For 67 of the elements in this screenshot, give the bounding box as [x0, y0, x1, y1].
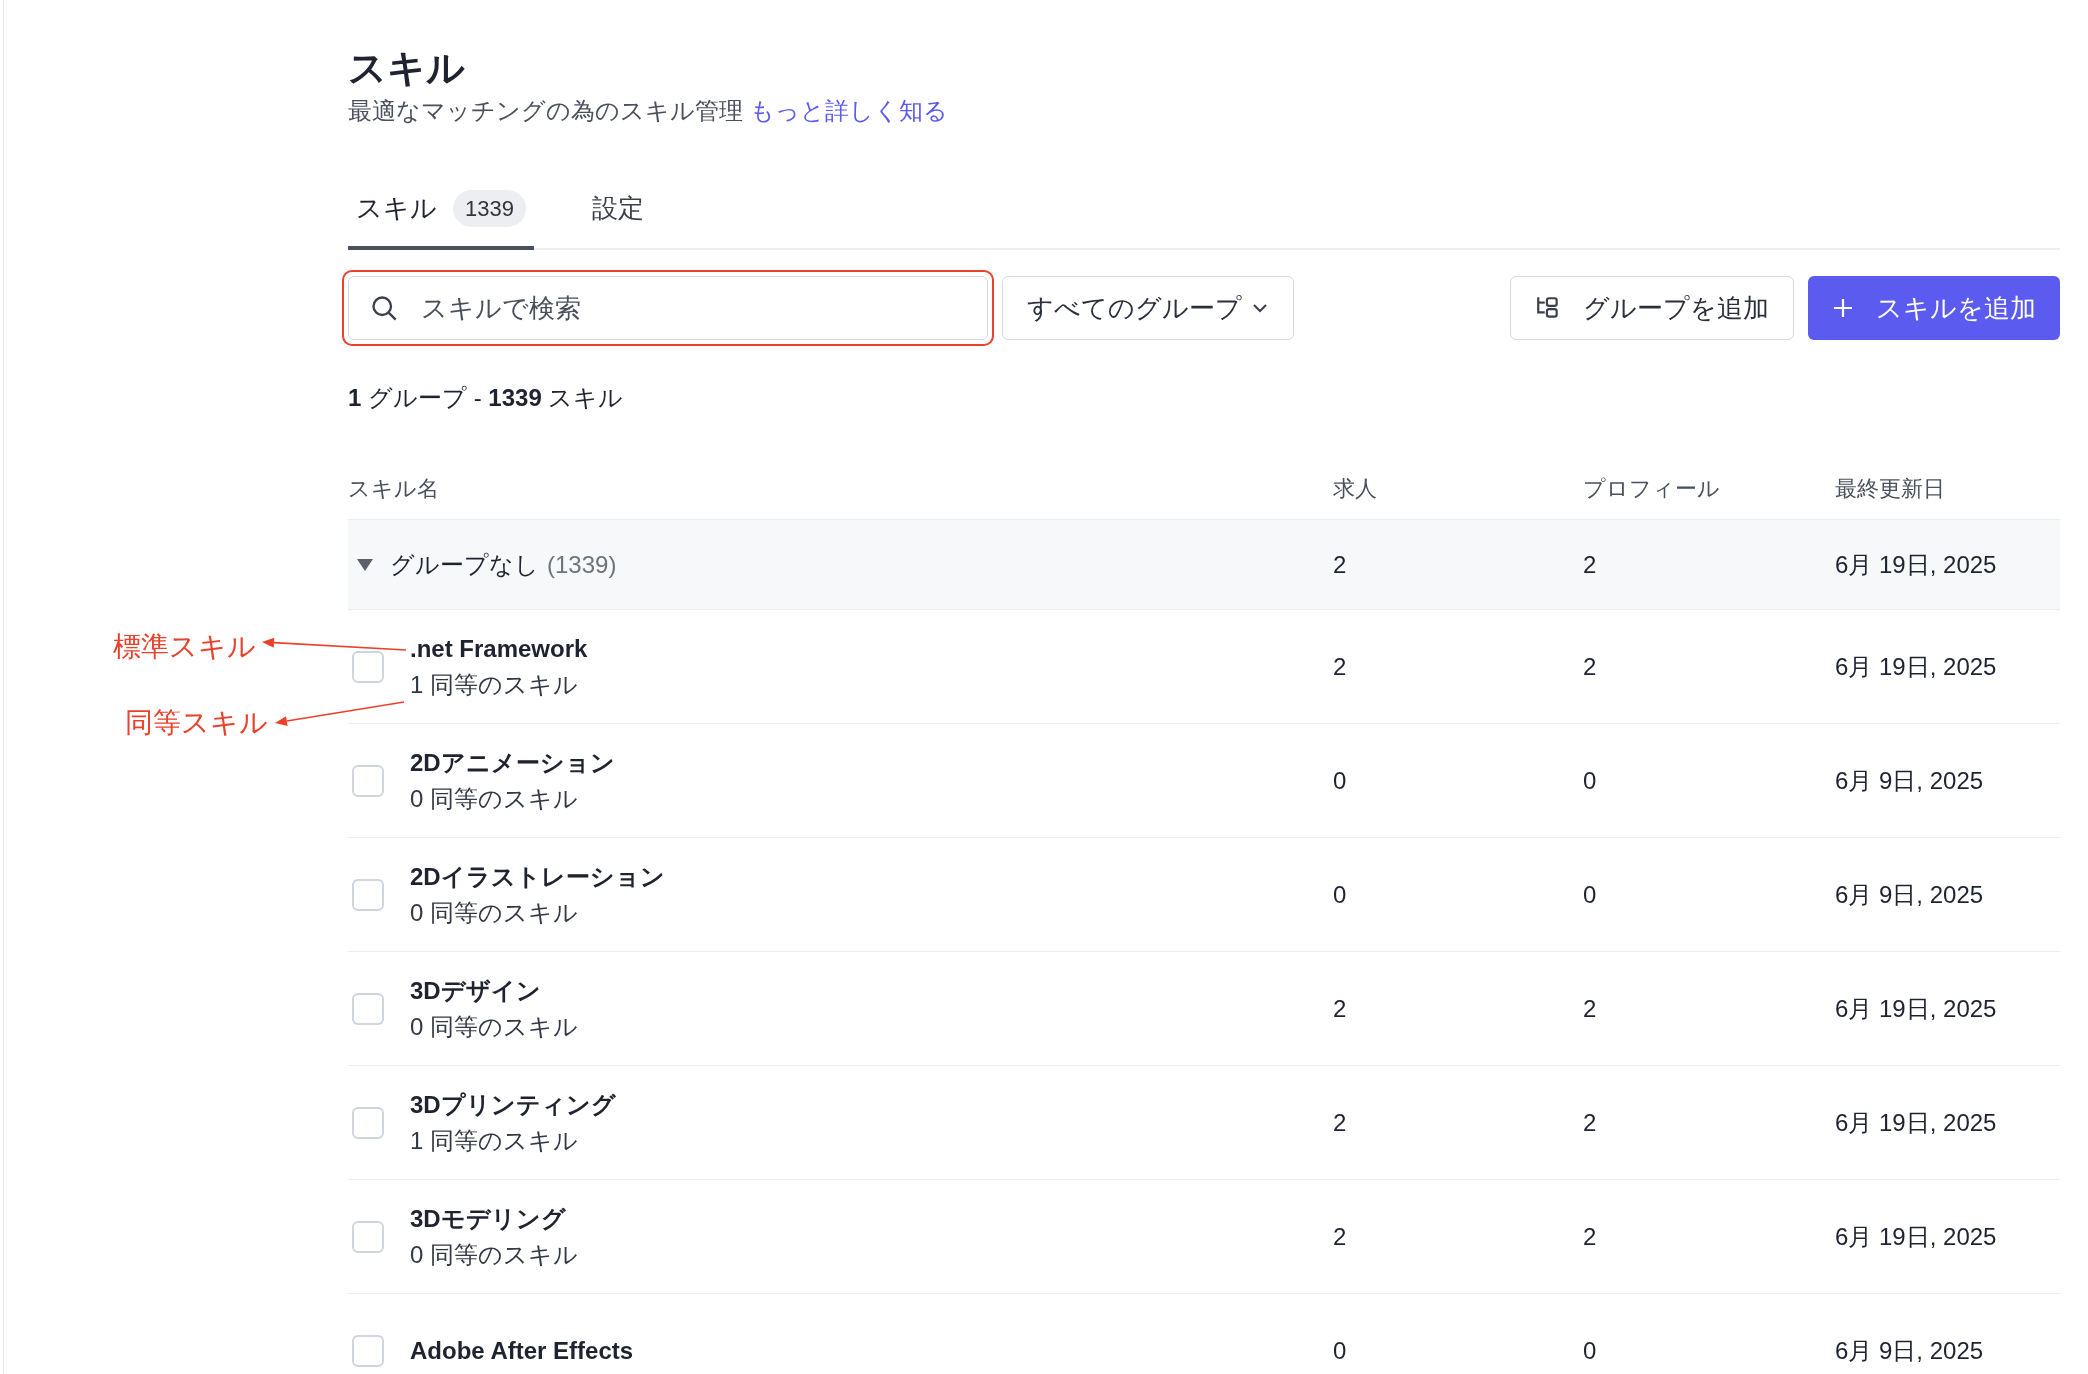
tab[interactable]: 設定	[583, 175, 652, 251]
add-skill-button[interactable]: スキルを追加	[1808, 276, 2060, 341]
jobs-cell-text: 0	[1333, 765, 1348, 796]
checkbox[interactable]	[352, 878, 384, 911]
skill-name: Adobe After Effects	[410, 1335, 634, 1366]
jobs-cell-text: 2	[1333, 993, 1348, 1024]
checkbox[interactable]	[352, 1220, 384, 1253]
column-header: 求人	[1333, 475, 1378, 504]
equivalent-count: 0 同等のスキル	[410, 1011, 578, 1042]
skill-name: 3Dモデリング	[410, 1203, 567, 1234]
profiles-cell-text: 2	[1583, 1107, 1598, 1138]
equivalent-count: 1 同等のスキル	[410, 669, 579, 700]
jobs-cell-text: 2	[1333, 651, 1348, 682]
jobs-cell-text: 0	[1333, 1335, 1348, 1366]
group-name: グループなし	[390, 549, 539, 580]
group-count: (1339)	[547, 549, 617, 580]
skill-name: 3Dプリンティング	[410, 1089, 616, 1120]
chevron-down-icon	[1251, 302, 1269, 315]
result-summary: 1 グループ - 1339 スキル	[348, 383, 625, 414]
profiles-cell-text: 0	[1583, 765, 1598, 796]
skill-name: .net Framework	[410, 633, 588, 664]
group-dropdown[interactable]: すべてのグループ	[1002, 276, 1294, 341]
checkbox[interactable]	[352, 992, 384, 1025]
jobs-cell-text: 2	[1333, 1221, 1348, 1252]
profiles-cell-text: 0	[1583, 1335, 1598, 1366]
page-subtitle: 最適なマッチングの為のスキル管理 もっと詳しく知る	[348, 96, 949, 127]
date-cell-text: 6月 19日, 2025	[1835, 1221, 1998, 1252]
checkbox[interactable]	[352, 764, 384, 797]
search-field[interactable]: スキルで検索	[348, 276, 988, 341]
date-cell-text: 6月 19日, 2025	[1835, 549, 1998, 580]
page-title: スキル	[348, 46, 466, 91]
jobs-cell-text: 2	[1333, 1107, 1348, 1138]
date-cell-text: 6月 9日, 2025	[1835, 765, 1985, 796]
checkbox[interactable]	[352, 650, 384, 683]
jobs-cell-text: 2	[1333, 549, 1348, 580]
skill-name: 2Dアニメーション	[410, 747, 615, 778]
date-cell-text: 6月 9日, 2025	[1835, 879, 1985, 910]
column-header: 最終更新日	[1835, 475, 1946, 504]
equivalent-count: 0 同等のスキル	[410, 783, 579, 814]
count-badge: 1339	[453, 190, 526, 228]
learn-more-link[interactable]: もっと詳しく知る	[749, 97, 948, 125]
annotation-label: 標準スキル	[113, 630, 256, 664]
date-cell-text: 6月 19日, 2025	[1835, 1107, 1998, 1138]
profiles-cell-text: 2	[1583, 549, 1598, 580]
plus-icon	[1832, 297, 1854, 320]
equivalent-count: 0 同等のスキル	[410, 897, 579, 928]
profiles-cell-text: 2	[1583, 651, 1598, 682]
profiles-cell-text: 2	[1583, 993, 1598, 1024]
equivalent-count: 1 同等のスキル	[410, 1125, 579, 1156]
column-header: スキル名	[348, 475, 440, 504]
tab[interactable]: スキル 1339	[348, 175, 534, 251]
date-cell-text: 6月 19日, 2025	[1835, 651, 1998, 682]
profiles-cell-text: 2	[1583, 1221, 1598, 1252]
expand-toggle[interactable]	[356, 557, 374, 572]
annotation-label: 同等スキル	[125, 706, 268, 740]
checkbox[interactable]	[352, 1106, 384, 1139]
caret-icon	[356, 557, 374, 572]
checkbox[interactable]	[352, 1334, 384, 1367]
profiles-cell-text: 0	[1583, 879, 1598, 910]
skill-name: 3Dデザイン	[410, 975, 542, 1006]
add-group-button[interactable]: グループを追加	[1510, 276, 1794, 341]
date-cell-text: 6月 19日, 2025	[1835, 993, 1998, 1024]
column-header: プロフィール	[1583, 475, 1721, 504]
jobs-cell-text: 0	[1333, 879, 1348, 910]
equivalent-count: 0 同等のスキル	[410, 1239, 578, 1270]
skill-name: 2Dイラストレーション	[410, 861, 665, 892]
date-cell-text: 6月 9日, 2025	[1835, 1335, 1985, 1366]
